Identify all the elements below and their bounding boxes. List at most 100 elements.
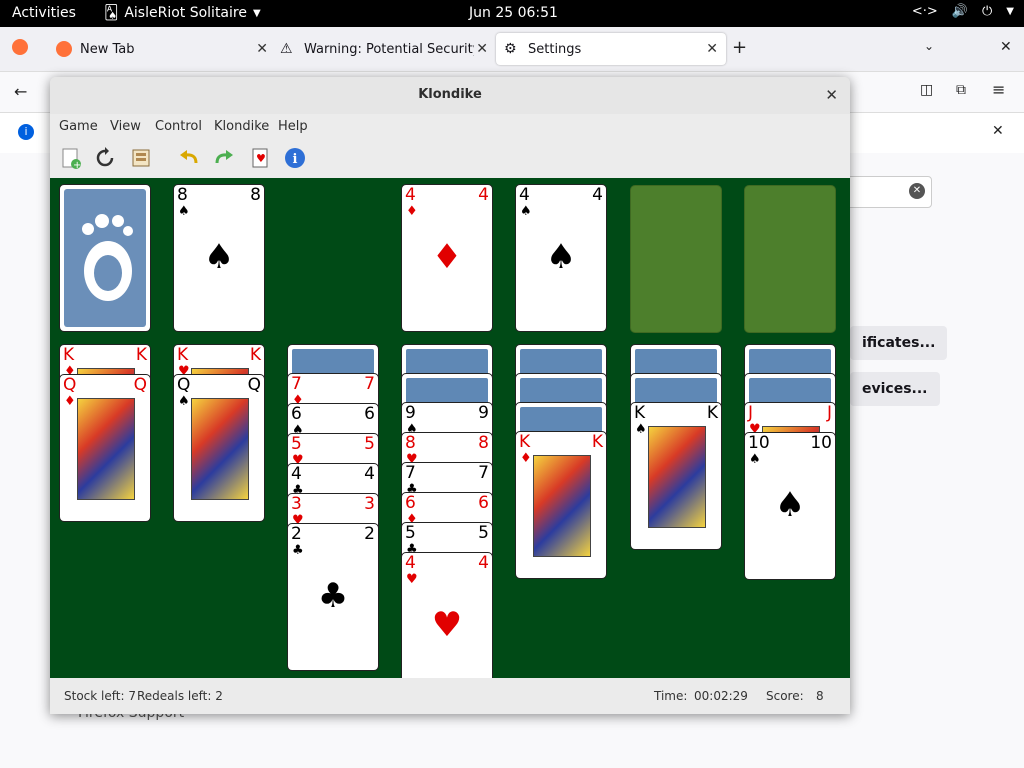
card-suit-icon: ♠ [749,452,761,467]
tableau-card[interactable]: 4 4 ♥ ♥ [401,552,493,678]
security-devices-button[interactable]: evices... [850,372,940,406]
card-rank: 4 [405,553,416,573]
window-title: Klondike [418,87,482,102]
undo-icon[interactable] [177,146,201,170]
volume-icon: 🔊 [951,4,968,19]
menu-control[interactable]: Control [155,119,202,134]
window-titlebar[interactable]: Klondike ✕ [50,77,850,115]
card-rank: K [634,403,646,423]
empty-foundation-slot[interactable] [630,185,722,333]
menu-help[interactable]: Help [278,119,308,134]
tab-settings[interactable]: ⚙ Settings ✕ [496,33,726,65]
card-suit-icon: ♦ [520,451,532,466]
card-rank: 5 [405,523,416,543]
list-all-tabs-icon[interactable]: ⌄ [924,39,934,53]
card-rank: 6 [291,404,302,424]
card-rank: 3 [291,494,302,514]
menu-klondike[interactable]: Klondike [214,119,269,134]
card-suit-icon: ♥ [406,572,418,587]
card-rank: 4 [519,185,530,205]
card-rank: 4 [364,464,375,484]
tab-label: Settings [528,41,582,57]
waste-card[interactable]: 8 8 ♠ ♠ [173,184,265,332]
menu-icon[interactable]: ≡ [992,80,1005,99]
card-rank: 5 [291,434,302,454]
card-rank: Q [63,375,77,395]
close-icon[interactable]: ✕ [825,86,838,104]
close-notice-icon[interactable]: ✕ [992,123,1004,139]
card-pip-icon: ♠ [774,485,806,525]
clock[interactable]: Jun 25 06:51 [469,5,558,21]
empty-foundation-slot[interactable] [744,185,836,333]
gnome-foot-icon [64,189,146,327]
card-rank: K [706,403,718,423]
tableau-card[interactable]: 10 10 ♠ ♠ [744,432,836,580]
tab-new-tab[interactable]: New Tab ✕ [48,33,276,65]
toolbar: + ♥ i [50,138,850,179]
close-tab-icon[interactable]: ✕ [706,41,718,57]
card-suit-icon: ♠ [178,204,190,219]
firefox-view-icon[interactable] [12,39,28,55]
card-rank: 7 [478,463,489,483]
card-suit-icon: ♠ [178,394,190,409]
card-rank: 7 [364,374,375,394]
activities-button[interactable]: Activities [12,5,76,21]
card-rank: 4 [478,185,489,205]
foundation-card[interactable]: 4 4 ♦ ♦ [401,184,493,332]
solitaire-window: Klondike ✕ Game View Control Klondike He… [50,77,850,714]
pocket-icon[interactable]: ◫ [920,82,933,98]
certificates-button[interactable]: ificates... [850,326,948,360]
card-rank: K [135,345,147,365]
game-board[interactable]: 88♠♠44♦♦44♠♠KK♦QQ♦KK♥QQ♠77♦♦66♠♠55♥♥44♣♣… [50,178,850,678]
menu-game[interactable]: Game [59,119,98,134]
back-icon[interactable]: ← [14,82,27,101]
card-rank: 6 [405,493,416,513]
restart-icon[interactable] [93,146,117,170]
court-card-face-icon [533,455,591,557]
tableau-card[interactable]: 2 2 ♣ ♣ [287,523,379,671]
menu-view[interactable]: View [110,119,141,134]
foundation-card[interactable]: 4 4 ♠ ♠ [515,184,607,332]
card-rank: K [63,345,75,365]
tableau-card[interactable]: Q Q ♠ [173,374,265,522]
tableau-card[interactable]: K K ♦ [515,431,607,579]
tab-security-warning[interactable]: ⚠ Warning: Potential Security Ri ✕ [272,33,496,65]
redo-icon[interactable] [212,146,236,170]
stock-pile[interactable] [59,184,151,332]
card-rank: 6 [478,493,489,513]
clear-search-icon[interactable]: ✕ [909,183,925,199]
tableau-card[interactable]: K K ♠ [630,402,722,550]
new-game-icon[interactable]: + [59,146,83,170]
close-tab-icon[interactable]: ✕ [476,41,488,57]
gear-icon: ⚙ [504,41,517,57]
select-game-icon[interactable] [129,146,153,170]
close-tab-icon[interactable]: ✕ [256,41,268,57]
chevron-down-icon: ▼ [1006,6,1014,17]
close-window-icon[interactable]: ✕ [1000,39,1012,55]
settings-search-input[interactable]: ✕ [840,176,932,208]
redeals-left-label: Redeals left: 2 [137,689,223,703]
card-rank: K [249,345,261,365]
card-rank: 8 [250,185,261,205]
card-pip-icon: ♥ [431,605,463,645]
info-icon[interactable]: i [283,146,307,170]
card-rank: K [519,432,531,452]
card-rank: 6 [364,404,375,424]
tableau-card[interactable]: Q Q ♦ [59,374,151,522]
card-rank: 7 [291,374,302,394]
svg-text:♥: ♥ [256,152,266,165]
new-tab-icon[interactable]: + [732,37,747,58]
tab-label: New Tab [80,41,135,57]
app-menu-label: AisleRiot Solitaire [124,5,247,21]
card-pip-icon: ♦ [431,237,463,277]
card-rank: 10 [810,433,832,453]
tab-label: Warning: Potential Security Ri [304,41,474,57]
system-tray[interactable]: <·> 🔊 ⏻ ▼ [912,4,1014,19]
svg-text:i: i [293,152,298,167]
app-menu[interactable]: 🂡 AisleRiot Solitaire ▼ [104,5,261,21]
svg-text:+: + [73,160,81,169]
firefox-tab-strip: New Tab ✕ ⚠ Warning: Potential Security … [0,27,1024,72]
hint-icon[interactable]: ♥ [248,146,272,170]
card-rank: 4 [405,185,416,205]
extensions-icon[interactable]: ⧉ [956,82,966,98]
